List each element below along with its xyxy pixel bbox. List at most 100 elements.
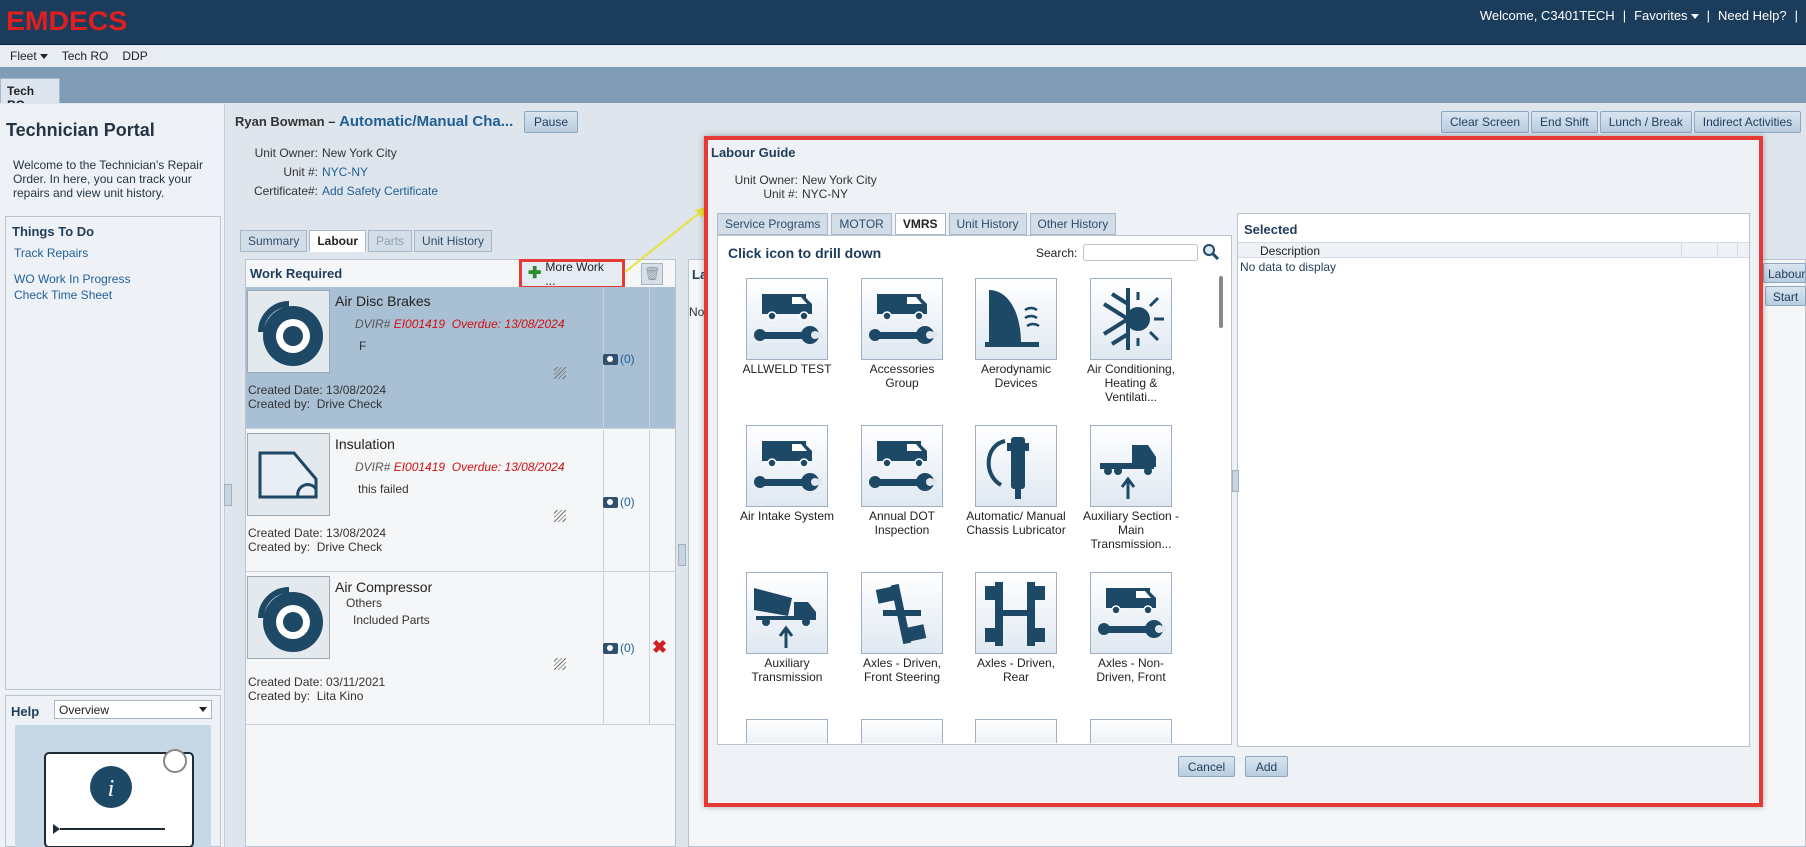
tab-motor[interactable]: MOTOR: [831, 213, 892, 235]
dvir-number: EI001419: [393, 460, 446, 474]
vmrs-tile[interactable]: ALLWELD TEST: [737, 278, 837, 376]
end-shift-button[interactable]: End Shift: [1531, 111, 1598, 133]
add-safety-certificate-link[interactable]: Add Safety Certificate: [322, 184, 438, 198]
wo-work-in-progress-link[interactable]: WO Work In Progress: [14, 272, 130, 286]
dialog-title: Labour Guide: [711, 145, 796, 160]
check-time-sheet-link[interactable]: Check Time Sheet: [14, 288, 112, 302]
need-help-link[interactable]: Need Help?: [1718, 8, 1787, 23]
collapse-panel-handle[interactable]: [678, 544, 686, 566]
vmrs-tile[interactable]: Auxiliary Transmission: [737, 572, 837, 684]
tab-vmrs[interactable]: VMRS: [894, 213, 946, 235]
vmrs-tile[interactable]: Axles - Non-Driven, Front: [1081, 572, 1181, 684]
search-icon[interactable]: [1202, 243, 1220, 261]
column-divider: [649, 287, 650, 428]
aero-icon: [975, 278, 1057, 360]
work-order-title[interactable]: Automatic/Manual Cha...: [339, 113, 513, 130]
start-button[interactable]: Start: [1765, 286, 1806, 306]
vmrs-tile-label: Axles - Driven, Front Steering: [862, 656, 942, 684]
tab-tech-ro[interactable]: Tech RO: [0, 78, 60, 112]
photos-button[interactable]: (0): [603, 352, 635, 366]
delete-icon[interactable]: ✖: [652, 637, 667, 658]
description-column-header[interactable]: Description: [1260, 244, 1320, 258]
tab-service-programs[interactable]: Service Programs: [717, 213, 829, 235]
welcome-text: Welcome, C3401TECH: [1479, 8, 1615, 23]
created-by: Drive Check: [316, 540, 383, 554]
work-row-insulation[interactable]: Insulation DVIR# EI001419 Overdue: 13/08…: [246, 430, 675, 572]
indirect-activities-button[interactable]: Indirect Activities: [1693, 111, 1802, 133]
vmrs-tile[interactable]: Automatic/ Manual Chassis Lubricator: [966, 425, 1066, 537]
divider: |: [1622, 8, 1627, 23]
tab-parts[interactable]: Parts: [368, 230, 413, 252]
vmrs-tile-partial[interactable]: [1090, 719, 1172, 743]
lunch-break-button[interactable]: Lunch / Break: [1599, 111, 1692, 133]
search-label: Search:: [1036, 246, 1078, 260]
collapse-sidebar-handle[interactable]: [224, 484, 232, 506]
created-date: Created Date: 13/08/2024: [248, 383, 387, 397]
photos-button[interactable]: (0): [603, 495, 635, 509]
created-by-label: Created by:: [248, 540, 311, 554]
resize-handle-icon[interactable]: [554, 510, 566, 522]
work-category: Others: [346, 596, 383, 610]
action-buttons: Clear Screen End Shift Lunch / Break Ind…: [1441, 111, 1802, 133]
overdue-date: Overdue: 13/08/2024: [451, 460, 565, 474]
menu-ddp[interactable]: DDP: [122, 49, 147, 63]
menu-tech-ro[interactable]: Tech RO: [62, 49, 109, 63]
pause-button[interactable]: Pause: [524, 111, 578, 133]
unit-value: NYC-NY: [802, 187, 849, 201]
add-button[interactable]: Add: [1245, 756, 1288, 777]
help-topic-select[interactable]: Overview: [54, 700, 212, 719]
drill-down-title: Click icon to drill down: [728, 245, 882, 261]
dvir-info: DVIR# EI001419 Overdue: 13/08/2024: [355, 317, 565, 331]
tab-labour[interactable]: Labour: [309, 230, 367, 252]
tab-other-history[interactable]: Other History: [1029, 213, 1117, 235]
clear-screen-button[interactable]: Clear Screen: [1441, 111, 1530, 133]
chevron-down-icon: [1690, 14, 1699, 20]
selected-panel: [1237, 213, 1750, 747]
scrollbar[interactable]: [1219, 276, 1223, 328]
vmrs-tile[interactable]: Annual DOT Inspection: [852, 425, 952, 537]
vmrs-tile[interactable]: Auxiliary Section - Main Transmission...: [1081, 425, 1181, 551]
menu-bar: Fleet Tech RO DDP: [0, 45, 1806, 67]
vmrs-tile[interactable]: Aerodynamic Devices: [966, 278, 1066, 390]
tab-summary[interactable]: Summary: [240, 230, 308, 252]
labour-guide-tabs: Service Programs MOTOR VMRS Unit History…: [717, 213, 1117, 235]
photos-button[interactable]: (0): [603, 641, 635, 655]
vmrs-tile[interactable]: Axles - Driven, Rear: [966, 572, 1066, 684]
vmrs-tile-partial[interactable]: [746, 719, 828, 743]
app-logo[interactable]: EMDECS: [6, 6, 127, 37]
truck-wrench-icon: [746, 425, 828, 507]
created-by-label: Created by:: [248, 689, 311, 703]
overdue-date: Overdue: 13/08/2024: [451, 317, 565, 331]
vmrs-tile[interactable]: Air Conditioning, Heating & Ventilati...: [1081, 278, 1181, 404]
cancel-button[interactable]: Cancel: [1178, 756, 1235, 777]
help-video-thumbnail[interactable]: i: [15, 725, 211, 847]
work-row-air-disc-brakes[interactable]: Air Disc Brakes DVIR# EI001419 Overdue: …: [246, 287, 675, 429]
brake-disc-icon: [247, 290, 330, 373]
tab-unit-history[interactable]: Unit History: [414, 230, 493, 252]
center-tabs: Summary Labour Parts Unit History: [240, 230, 493, 252]
favorites-label: Favorites: [1634, 8, 1688, 23]
vmrs-tile[interactable]: Air Intake System: [737, 425, 837, 523]
unit-link[interactable]: NYC-NY: [322, 165, 368, 179]
favorites-menu[interactable]: Favorites: [1634, 8, 1699, 23]
work-row-air-compressor[interactable]: Air Compressor Others Included Parts Cre…: [246, 573, 675, 725]
photo-count: (0): [620, 495, 635, 509]
resize-handle-icon[interactable]: [554, 658, 566, 670]
vmrs-tile-partial[interactable]: [861, 719, 943, 743]
vmrs-tile[interactable]: Axles - Driven, Front Steering: [852, 572, 952, 684]
portal-welcome-text: Welcome to the Technician's Repair Order…: [13, 158, 203, 200]
menu-fleet[interactable]: Fleet: [10, 49, 48, 63]
tab-unit-history[interactable]: Unit History: [948, 213, 1027, 235]
search-input[interactable]: [1083, 244, 1198, 261]
svg-text:i: i: [108, 776, 115, 802]
selected-title: Selected: [1244, 222, 1298, 237]
created-by: Lita Kino: [316, 689, 364, 703]
vmrs-tile[interactable]: Accessories Group: [852, 278, 952, 390]
included-parts-link[interactable]: Included Parts: [353, 613, 430, 627]
labour-tab[interactable]: Labour: [1763, 263, 1806, 283]
expand-selected-handle[interactable]: [1232, 470, 1239, 492]
track-repairs-link[interactable]: Track Repairs: [14, 246, 88, 260]
resize-handle-icon[interactable]: [554, 367, 566, 379]
vmrs-tile-partial[interactable]: [975, 719, 1057, 743]
dvir-label: DVIR#: [355, 460, 391, 474]
